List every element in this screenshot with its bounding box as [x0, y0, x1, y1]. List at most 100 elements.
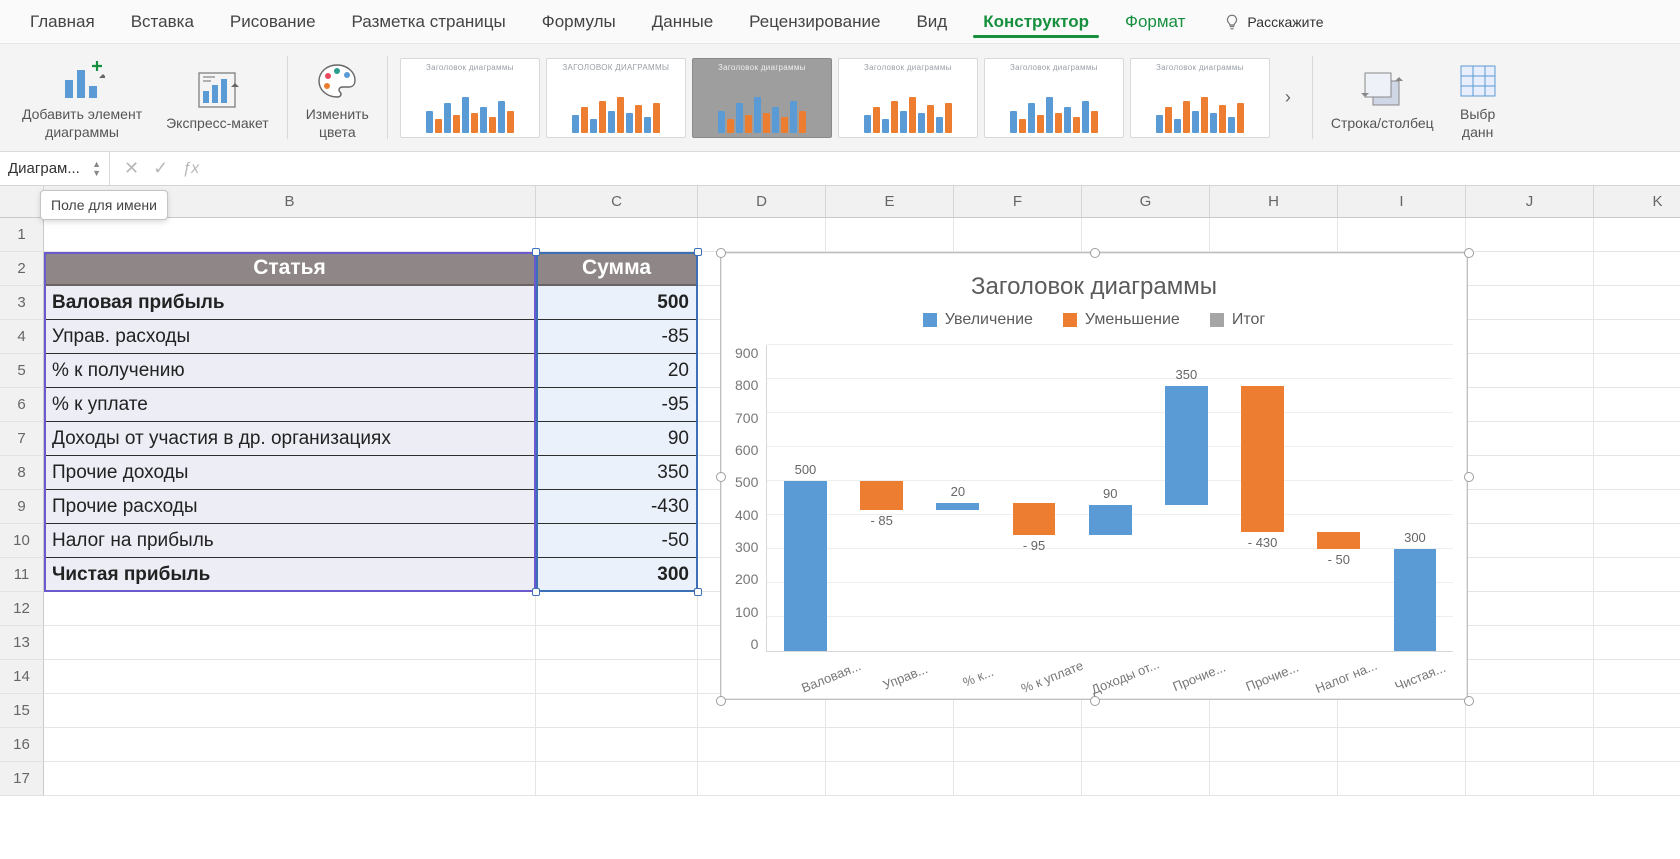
- cell[interactable]: [1594, 660, 1680, 694]
- cell[interactable]: [44, 728, 536, 762]
- cell[interactable]: -50: [536, 524, 698, 558]
- row-header-14[interactable]: 14: [0, 660, 44, 694]
- cell[interactable]: [698, 728, 826, 762]
- change-colors-button[interactable]: Изменить цвета: [294, 52, 381, 143]
- chart-styles-next-icon[interactable]: ›: [1276, 58, 1300, 138]
- cell[interactable]: 500: [536, 286, 698, 320]
- column-header-I[interactable]: I: [1338, 186, 1466, 218]
- cell[interactable]: 20: [536, 354, 698, 388]
- cell[interactable]: 300: [536, 558, 698, 592]
- cell[interactable]: [1338, 728, 1466, 762]
- cell[interactable]: [954, 762, 1082, 796]
- plot-area[interactable]: 500- 8520- 9590350- 430- 50300: [766, 345, 1453, 652]
- cell[interactable]: [1594, 728, 1680, 762]
- cell[interactable]: [1594, 524, 1680, 558]
- chart-title[interactable]: Заголовок диаграммы: [735, 267, 1453, 311]
- row-header-16[interactable]: 16: [0, 728, 44, 762]
- accept-formula-icon[interactable]: ✓: [153, 158, 168, 179]
- cell[interactable]: [826, 762, 954, 796]
- tell-me[interactable]: Расскажите: [1203, 13, 1323, 31]
- cell[interactable]: [1210, 762, 1338, 796]
- cell[interactable]: [536, 592, 698, 626]
- tab-Данные[interactable]: Данные: [634, 2, 731, 42]
- cell[interactable]: [1466, 592, 1594, 626]
- row-header-7[interactable]: 7: [0, 422, 44, 456]
- cell[interactable]: [1466, 762, 1594, 796]
- cell[interactable]: [1466, 252, 1594, 286]
- row-header-9[interactable]: 9: [0, 490, 44, 524]
- cell[interactable]: [954, 728, 1082, 762]
- row-header-5[interactable]: 5: [0, 354, 44, 388]
- name-box-stepper[interactable]: ▲▼: [92, 160, 101, 178]
- cell[interactable]: Прочие расходы: [44, 490, 536, 524]
- waterfall-bar[interactable]: [1013, 503, 1056, 535]
- cell[interactable]: [1594, 422, 1680, 456]
- row-header-6[interactable]: 6: [0, 388, 44, 422]
- cell[interactable]: [1594, 354, 1680, 388]
- cell[interactable]: [44, 660, 536, 694]
- column-header-K[interactable]: K: [1594, 186, 1680, 218]
- cell[interactable]: -85: [536, 320, 698, 354]
- cell[interactable]: [1466, 320, 1594, 354]
- column-header-J[interactable]: J: [1466, 186, 1594, 218]
- chart-style-3[interactable]: Заголовок диаграммы: [692, 58, 832, 138]
- cell[interactable]: [44, 218, 536, 252]
- cell[interactable]: [698, 218, 826, 252]
- cancel-formula-icon[interactable]: ✕: [124, 158, 139, 179]
- select-data-button[interactable]: Выбр данн: [1446, 52, 1510, 143]
- select-all-corner[interactable]: [0, 186, 44, 218]
- switch-row-column-button[interactable]: Строка/столбец: [1319, 61, 1446, 135]
- row-header-15[interactable]: 15: [0, 694, 44, 728]
- worksheet-grid[interactable]: BCDEFGHIJK12СтатьяСумма3Валовая прибыль5…: [0, 186, 1680, 796]
- cell[interactable]: [1466, 218, 1594, 252]
- row-header-8[interactable]: 8: [0, 456, 44, 490]
- cell[interactable]: % к получению: [44, 354, 536, 388]
- cell[interactable]: [1466, 558, 1594, 592]
- cell[interactable]: [1338, 218, 1466, 252]
- cell[interactable]: Налог на прибыль: [44, 524, 536, 558]
- tab-Формулы[interactable]: Формулы: [524, 2, 634, 42]
- cell[interactable]: [826, 728, 954, 762]
- cell[interactable]: Чистая прибыль: [44, 558, 536, 592]
- cell[interactable]: [1594, 694, 1680, 728]
- cell[interactable]: [1466, 490, 1594, 524]
- waterfall-bar[interactable]: [936, 503, 979, 510]
- cell[interactable]: [1466, 524, 1594, 558]
- column-header-C[interactable]: C: [536, 186, 698, 218]
- waterfall-bar[interactable]: [860, 481, 903, 510]
- tab-Главная[interactable]: Главная: [12, 2, 113, 42]
- cell[interactable]: [44, 592, 536, 626]
- chart-style-6[interactable]: Заголовок диаграммы: [1130, 58, 1270, 138]
- cell[interactable]: [44, 694, 536, 728]
- cell[interactable]: [1082, 728, 1210, 762]
- cell[interactable]: [1594, 388, 1680, 422]
- row-header-2[interactable]: 2: [0, 252, 44, 286]
- tab-Конструктор[interactable]: Конструктор: [965, 2, 1107, 42]
- cell[interactable]: [1594, 762, 1680, 796]
- chart-style-1[interactable]: Заголовок диаграммы: [400, 58, 540, 138]
- cell[interactable]: [1594, 252, 1680, 286]
- cell[interactable]: [1210, 728, 1338, 762]
- cell[interactable]: 350: [536, 456, 698, 490]
- cell[interactable]: [536, 762, 698, 796]
- cell[interactable]: [1210, 218, 1338, 252]
- cell[interactable]: [536, 218, 698, 252]
- cell[interactable]: [1466, 456, 1594, 490]
- waterfall-bar[interactable]: [1165, 386, 1208, 505]
- cell[interactable]: [1466, 660, 1594, 694]
- quick-layout-button[interactable]: Экспресс-макет: [154, 61, 281, 135]
- cell[interactable]: [536, 694, 698, 728]
- row-header-10[interactable]: 10: [0, 524, 44, 558]
- cell[interactable]: [44, 762, 536, 796]
- cell[interactable]: Доходы от участия в др. организациях: [44, 422, 536, 456]
- cell[interactable]: [1594, 490, 1680, 524]
- waterfall-bar[interactable]: [1089, 505, 1132, 536]
- row-header-11[interactable]: 11: [0, 558, 44, 592]
- cell[interactable]: [1594, 626, 1680, 660]
- cell[interactable]: [1594, 592, 1680, 626]
- cell[interactable]: [698, 762, 826, 796]
- cell[interactable]: [1594, 558, 1680, 592]
- column-header-H[interactable]: H: [1210, 186, 1338, 218]
- cell[interactable]: % к уплате: [44, 388, 536, 422]
- cell[interactable]: Статья: [44, 252, 536, 286]
